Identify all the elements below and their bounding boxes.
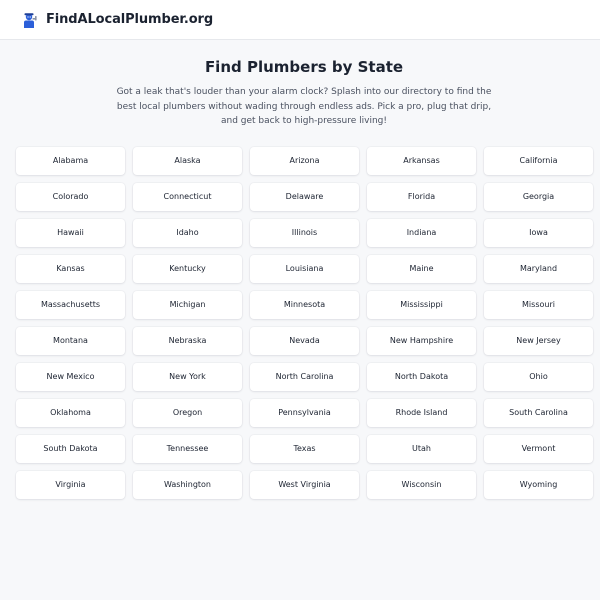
state-link-south-dakota[interactable]: South Dakota (16, 434, 125, 463)
state-link-ohio[interactable]: Ohio (484, 362, 593, 391)
state-link-north-dakota[interactable]: North Dakota (367, 362, 476, 391)
state-link-colorado[interactable]: Colorado (16, 182, 125, 211)
state-link-mississippi[interactable]: Mississippi (367, 290, 476, 319)
state-link-tennessee[interactable]: Tennessee (133, 434, 242, 463)
state-link-wisconsin[interactable]: Wisconsin (367, 470, 476, 499)
state-link-rhode-island[interactable]: Rhode Island (367, 398, 476, 427)
plumber-mascot-icon[interactable] (20, 11, 38, 29)
state-link-kentucky[interactable]: Kentucky (133, 254, 242, 283)
site-brand-link[interactable]: FindALocalPlumber.org (46, 12, 213, 27)
state-link-idaho[interactable]: Idaho (133, 218, 242, 247)
state-link-missouri[interactable]: Missouri (484, 290, 593, 319)
state-link-vermont[interactable]: Vermont (484, 434, 593, 463)
state-link-maine[interactable]: Maine (367, 254, 476, 283)
intro-text: Got a leak that's louder than your alarm… (116, 87, 492, 126)
state-link-new-hampshire[interactable]: New Hampshire (367, 326, 476, 355)
state-link-nebraska[interactable]: Nebraska (133, 326, 242, 355)
site-header: FindALocalPlumber.org (0, 0, 600, 40)
state-link-louisiana[interactable]: Louisiana (250, 254, 359, 283)
state-link-michigan[interactable]: Michigan (133, 290, 242, 319)
state-link-iowa[interactable]: Iowa (484, 218, 593, 247)
state-grid: Alabama Alaska Arizona Arkansas California Co… (16, 146, 593, 499)
state-link-massachusetts[interactable]: Massachusetts (16, 290, 125, 319)
state-link-hawaii[interactable]: Hawaii (16, 218, 125, 247)
main-content: Find Plumbers by State Got a leak that's… (0, 57, 600, 499)
page-title: Find Plumbers by State (204, 58, 404, 76)
state-link-north-carolina[interactable]: North Carolina (250, 362, 359, 391)
state-link-oklahoma[interactable]: Oklahoma (16, 398, 125, 427)
state-link-new-york[interactable]: New York (133, 362, 242, 391)
state-link-wyoming[interactable]: Wyoming (484, 470, 593, 499)
state-link-indiana[interactable]: Indiana (367, 218, 476, 247)
state-link-pennsylvania[interactable]: Pennsylvania (250, 398, 359, 427)
state-link-west-virginia[interactable]: West Virginia (250, 470, 359, 499)
state-link-oregon[interactable]: Oregon (133, 398, 242, 427)
state-link-alaska[interactable]: Alaska (133, 146, 242, 175)
state-link-nevada[interactable]: Nevada (250, 326, 359, 355)
state-link-utah[interactable]: Utah (367, 434, 476, 463)
state-link-washington[interactable]: Washington (133, 470, 242, 499)
state-link-kansas[interactable]: Kansas (16, 254, 125, 283)
state-link-california[interactable]: California (484, 146, 593, 175)
state-link-connecticut[interactable]: Connecticut (133, 182, 242, 211)
state-link-delaware[interactable]: Delaware (250, 182, 359, 211)
state-link-new-mexico[interactable]: New Mexico (16, 362, 125, 391)
state-link-virginia[interactable]: Virginia (16, 470, 125, 499)
state-link-georgia[interactable]: Georgia (484, 182, 593, 211)
state-link-florida[interactable]: Florida (367, 182, 476, 211)
state-link-texas[interactable]: Texas (250, 434, 359, 463)
state-link-minnesota[interactable]: Minnesota (250, 290, 359, 319)
state-link-south-carolina[interactable]: South Carolina (484, 398, 593, 427)
state-link-new-jersey[interactable]: New Jersey (484, 326, 593, 355)
state-link-maryland[interactable]: Maryland (484, 254, 593, 283)
state-link-montana[interactable]: Montana (16, 326, 125, 355)
state-link-alabama[interactable]: Alabama (16, 146, 125, 175)
state-link-arkansas[interactable]: Arkansas (367, 146, 476, 175)
state-link-arizona[interactable]: Arizona (250, 146, 359, 175)
state-link-illinois[interactable]: Illinois (250, 218, 359, 247)
